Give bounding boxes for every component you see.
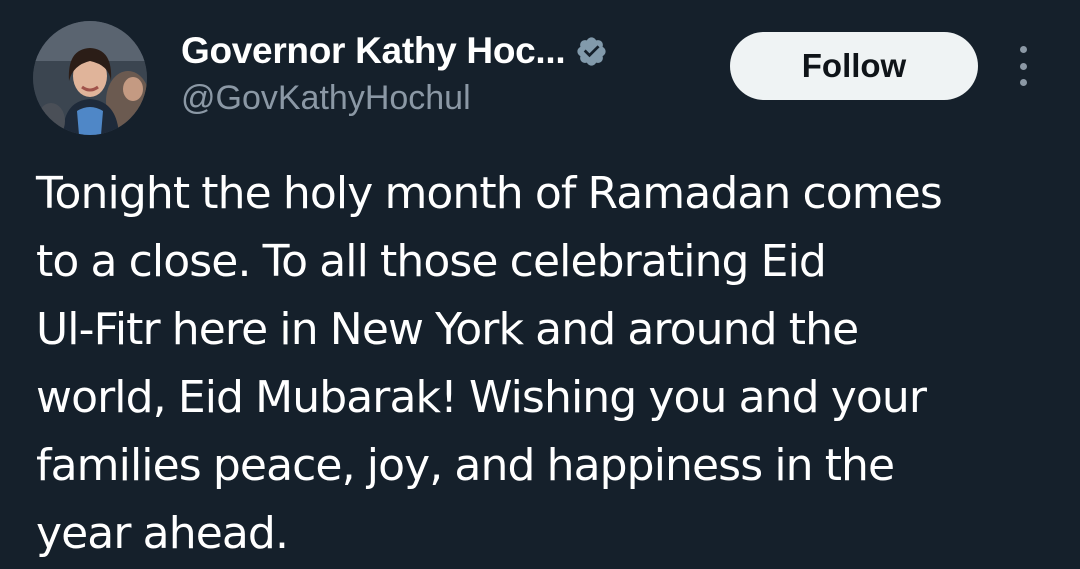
- tweet-text-line: to a close. To all those celebrating Eid: [36, 236, 827, 287]
- more-dot: [1019, 62, 1027, 70]
- profile-photo: [33, 21, 147, 135]
- author-info: Governor Kathy Hoc... @GovKathyHochul: [181, 26, 701, 118]
- author-display-name[interactable]: Governor Kathy Hoc...: [181, 30, 566, 72]
- follow-button[interactable]: Follow: [730, 32, 978, 100]
- tweet-text-line: world, Eid Mubarak! Wishing you and your: [36, 372, 927, 423]
- author-handle[interactable]: @GovKathyHochul: [181, 79, 701, 118]
- tweet-text: Tonight the holy month of Ramadan comes …: [36, 160, 1066, 568]
- tweet-card: Governor Kathy Hoc... @GovKathyHochul Fo…: [0, 0, 1080, 569]
- tweet-text-line: year ahead.: [36, 508, 289, 559]
- tweet-text-line: families peace, joy, and happiness in th…: [36, 440, 895, 491]
- tweet-text-line: Tonight the holy month of Ramadan comes: [36, 168, 943, 219]
- author-avatar[interactable]: [33, 21, 147, 135]
- name-row: Governor Kathy Hoc...: [181, 26, 701, 76]
- more-dot: [1019, 46, 1027, 53]
- tweet-text-line: Ul-Fitr here in New York and around the: [36, 304, 859, 355]
- more-dot: [1019, 79, 1027, 86]
- more-vertical-icon[interactable]: [1008, 46, 1038, 86]
- verified-badge-icon[interactable]: [575, 35, 608, 68]
